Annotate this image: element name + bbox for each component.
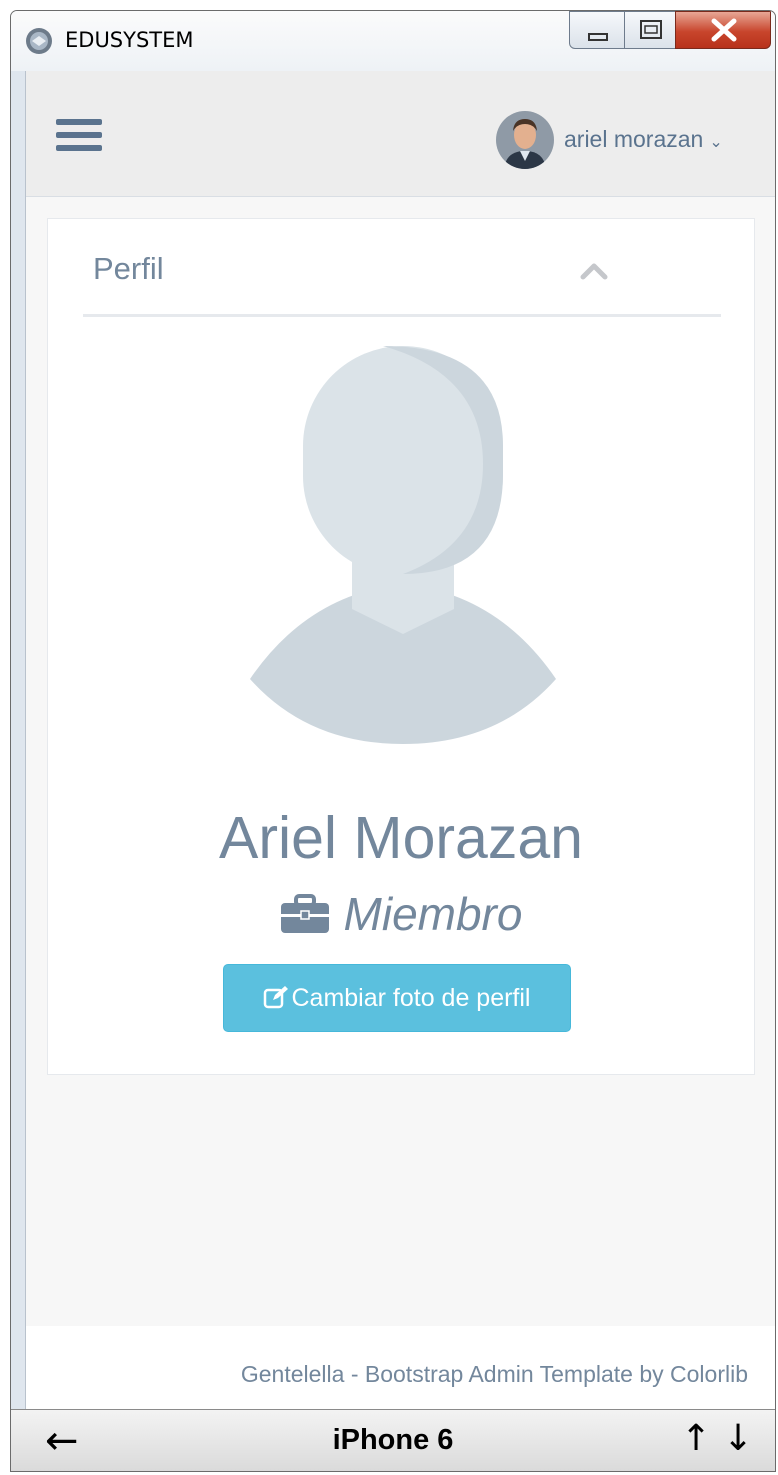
panel-divider xyxy=(83,314,721,317)
device-name-label[interactable]: iPhone 6 xyxy=(11,1424,775,1457)
device-emulator-bar: ← iPhone 6 ↑ ↓ xyxy=(11,1409,775,1471)
user-menu-toggle[interactable]: ariel morazan ⌄ xyxy=(564,126,723,153)
edit-icon xyxy=(264,986,289,1009)
close-icon xyxy=(711,18,737,42)
profile-panel: Perfil Ariel Morazan Miembro Cambiar fot… xyxy=(47,218,755,1075)
user-menu-name: ariel morazan xyxy=(564,126,704,152)
chevron-up-icon[interactable] xyxy=(578,259,610,283)
maximize-button[interactable] xyxy=(624,11,676,49)
minimize-icon xyxy=(588,33,608,41)
app-window: EDUSYSTEM ariel morazan ⌄ Perfil Ariel M… xyxy=(10,10,776,1472)
panel-title: Perfil xyxy=(93,251,164,286)
top-navigation: ariel morazan ⌄ xyxy=(26,71,775,197)
chevron-down-icon: ⌄ xyxy=(709,134,723,151)
title-bar: EDUSYSTEM xyxy=(11,11,775,71)
change-photo-button[interactable]: Cambiar foto de perfil xyxy=(223,964,571,1032)
default-avatar-icon xyxy=(250,346,556,744)
minimize-button[interactable] xyxy=(569,11,625,49)
page-viewport: ariel morazan ⌄ Perfil Ariel Morazan Mie… xyxy=(25,71,775,1409)
change-photo-label: Cambiar foto de perfil xyxy=(291,984,531,1012)
profile-role: Miembro xyxy=(48,887,754,941)
footer-credit: Gentelella - Bootstrap Admin Template by… xyxy=(240,1361,748,1387)
profile-name: Ariel Morazan xyxy=(219,805,583,871)
maximize-icon xyxy=(640,20,662,39)
window-title: EDUSYSTEM xyxy=(65,28,194,52)
profile-role-label: Miembro xyxy=(343,888,523,940)
arrow-up-icon[interactable]: ↑ xyxy=(681,1418,711,1459)
briefcase-icon xyxy=(280,894,329,933)
page-footer: Gentelella - Bootstrap Admin Template by… xyxy=(26,1326,775,1409)
app-logo-icon xyxy=(26,28,52,54)
arrow-down-icon[interactable]: ↓ xyxy=(723,1418,753,1459)
hamburger-menu-icon[interactable] xyxy=(56,119,102,157)
avatar[interactable] xyxy=(496,111,554,169)
close-button[interactable] xyxy=(675,11,771,49)
